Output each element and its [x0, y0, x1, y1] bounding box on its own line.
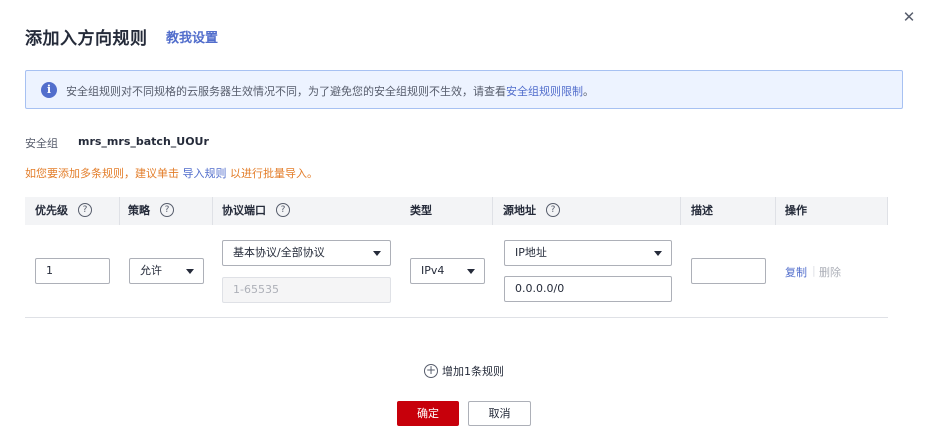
chevron-down-icon [654, 251, 662, 256]
protocol-port-help-icon[interactable]: ? [276, 203, 290, 217]
priority-input[interactable]: 1 [35, 258, 110, 284]
column-divider [680, 197, 681, 225]
policy-select-value: 允许 [140, 264, 162, 277]
column-divider [492, 197, 493, 225]
add-rule-button[interactable]: + 增加1条规则 [424, 363, 504, 379]
copy-rule-link[interactable]: 复制 [785, 264, 807, 280]
header-type: 类型 [410, 204, 432, 217]
chevron-down-icon [373, 251, 381, 256]
header-actions: 操作 [785, 204, 807, 217]
rules-table-header: 优先级? 策略? 协议端口? 类型 源地址? 描述 操作 [25, 197, 888, 225]
header-priority: 优先级? [35, 197, 92, 225]
notice-suffix: 。 [583, 85, 594, 98]
notice-banner: i 安全组规则对不同规格的云服务器生效情况不同，为了避免您的安全组规则不生效，请… [25, 70, 903, 109]
source-type-select[interactable]: IP地址 [504, 240, 672, 266]
security-group-label: 安全组 [25, 137, 58, 150]
security-rule-limit-link[interactable]: 安全组规则限制 [506, 85, 583, 98]
header-description: 描述 [691, 204, 713, 217]
action-separator: | [812, 264, 816, 277]
description-input[interactable] [691, 258, 766, 284]
dialog-title: 添加入方向规则 [25, 29, 148, 49]
source-help-icon[interactable]: ? [546, 203, 560, 217]
add-rule-label: 增加1条规则 [442, 365, 504, 378]
info-icon: i [41, 82, 57, 98]
hint-prefix: 如您要添加多条规则，建议单击 [25, 167, 183, 180]
delete-rule-link: 删除 [819, 266, 841, 279]
type-select-value: IPv4 [421, 264, 445, 277]
header-source: 源地址? [503, 197, 560, 225]
protocol-select-value: 基本协议/全部协议 [233, 246, 325, 259]
close-icon[interactable]: ✕ [902, 10, 916, 25]
column-divider [775, 197, 776, 225]
header-protocol-port: 协议端口? [222, 197, 290, 225]
policy-select[interactable]: 允许 [129, 258, 204, 284]
plus-circle-icon: + [424, 363, 438, 378]
column-divider [119, 197, 120, 225]
confirm-button[interactable]: 确定 [397, 401, 459, 426]
header-protocol-port-label: 协议端口 [222, 204, 266, 217]
type-select[interactable]: IPv4 [410, 258, 485, 284]
header-policy: 策略? [128, 197, 174, 225]
port-input: 1-65535 [222, 277, 391, 303]
column-divider [212, 197, 213, 225]
row-divider [25, 317, 888, 318]
bulk-import-hint: 如您要添加多条规则，建议单击 导入规则 以进行批量导入。 [25, 165, 318, 181]
security-group-value: mrs_mrs_batch_UOUr [78, 135, 209, 148]
priority-help-icon[interactable]: ? [78, 203, 92, 217]
notice-text: 安全组规则对不同规格的云服务器生效情况不同，为了避免您的安全组规则不生效，请查看… [66, 83, 594, 99]
cancel-button[interactable]: 取消 [468, 401, 531, 426]
notice-message: 安全组规则对不同规格的云服务器生效情况不同，为了避免您的安全组规则不生效，请查看 [66, 85, 506, 98]
chevron-down-icon [186, 269, 194, 274]
import-rules-link[interactable]: 导入规则 [183, 167, 227, 180]
column-divider [887, 197, 888, 225]
protocol-select[interactable]: 基本协议/全部协议 [222, 240, 391, 266]
header-source-label: 源地址 [503, 204, 536, 217]
policy-help-icon[interactable]: ? [160, 203, 174, 217]
header-priority-label: 优先级 [35, 204, 68, 217]
source-address-input[interactable]: 0.0.0.0/0 [504, 276, 672, 302]
help-link[interactable]: 教我设置 [166, 27, 218, 46]
hint-suffix: 以进行批量导入。 [226, 167, 318, 180]
source-type-select-value: IP地址 [515, 246, 547, 259]
chevron-down-icon [467, 269, 475, 274]
header-policy-label: 策略 [128, 204, 150, 217]
